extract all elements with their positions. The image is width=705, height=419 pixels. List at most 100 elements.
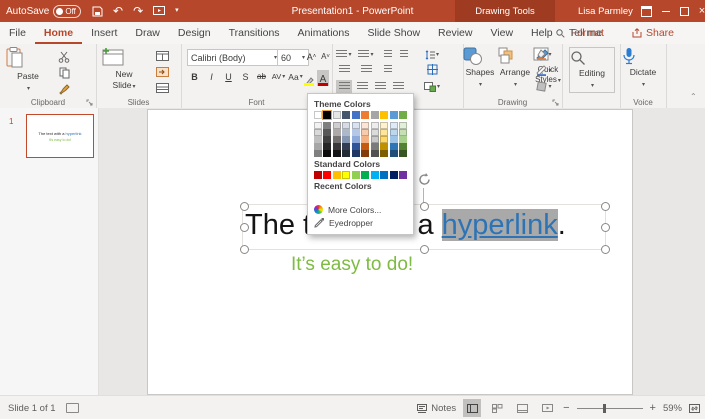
align-center-button[interactable] bbox=[354, 80, 370, 93]
text-shadow-button[interactable]: S bbox=[238, 70, 253, 83]
shape-effects-button[interactable]: ▾ bbox=[536, 80, 552, 93]
selection-handle-middle-left[interactable] bbox=[240, 223, 249, 232]
color-swatch[interactable] bbox=[389, 129, 398, 136]
customize-qat-chevron-icon[interactable]: ▾ bbox=[175, 0, 179, 22]
convert-to-smartart-button[interactable]: ▾ bbox=[424, 80, 440, 93]
shapes-button[interactable]: Shapes ▾ bbox=[463, 47, 497, 89]
shape-outline-button[interactable]: ▾ bbox=[536, 64, 552, 77]
color-swatch[interactable] bbox=[398, 136, 407, 143]
color-swatch[interactable] bbox=[342, 143, 351, 150]
color-swatch[interactable] bbox=[323, 122, 332, 129]
slideshow-view-button[interactable] bbox=[538, 399, 556, 417]
color-swatch[interactable] bbox=[370, 150, 379, 157]
color-swatch[interactable] bbox=[361, 143, 370, 150]
color-swatch[interactable] bbox=[323, 129, 332, 136]
zoom-slider-thumb[interactable] bbox=[602, 403, 606, 413]
color-swatch[interactable] bbox=[398, 150, 407, 157]
reading-view-button[interactable] bbox=[513, 399, 531, 417]
text-direction-button[interactable] bbox=[380, 63, 396, 76]
color-swatch[interactable] bbox=[351, 171, 360, 179]
selection-handle-bottom-middle[interactable] bbox=[420, 245, 429, 254]
color-swatch[interactable] bbox=[323, 150, 332, 157]
color-swatch[interactable] bbox=[342, 122, 351, 129]
strikethrough-button[interactable]: ab bbox=[254, 70, 269, 83]
color-swatch[interactable] bbox=[314, 171, 322, 179]
color-swatch[interactable] bbox=[370, 111, 379, 119]
autosave-switch[interactable]: Off bbox=[53, 4, 81, 18]
color-swatch[interactable] bbox=[370, 129, 379, 136]
rotate-handle-icon[interactable] bbox=[417, 172, 432, 187]
underline-button[interactable]: U bbox=[221, 70, 236, 83]
paste-button[interactable]: Paste ▾ bbox=[6, 47, 50, 93]
tab-draw[interactable]: Draw bbox=[126, 22, 169, 44]
normal-view-button[interactable] bbox=[463, 399, 482, 417]
slide-title-text[interactable]: The text with a hyperlink. bbox=[245, 209, 605, 247]
numbering-button[interactable]: ▾ bbox=[358, 48, 374, 61]
format-painter-button[interactable] bbox=[56, 82, 72, 95]
cut-button[interactable] bbox=[56, 50, 72, 63]
columns-button[interactable] bbox=[358, 63, 374, 76]
tell-me-box[interactable]: Tell me bbox=[556, 27, 602, 39]
color-swatch[interactable] bbox=[322, 110, 333, 120]
editing-button[interactable]: Editing ▾ bbox=[569, 47, 615, 94]
color-swatch[interactable] bbox=[380, 143, 389, 150]
color-swatch[interactable] bbox=[351, 111, 360, 119]
color-swatch[interactable] bbox=[370, 143, 379, 150]
color-swatch[interactable] bbox=[314, 143, 322, 150]
color-swatch[interactable] bbox=[380, 150, 389, 157]
arrange-button[interactable]: Arrange ▾ bbox=[497, 47, 533, 89]
color-swatch[interactable] bbox=[332, 150, 341, 157]
change-case-button[interactable]: Aa ▾ bbox=[288, 70, 303, 83]
color-swatch[interactable] bbox=[398, 122, 407, 129]
color-swatch[interactable] bbox=[351, 150, 360, 157]
color-swatch[interactable] bbox=[332, 129, 341, 136]
close-button[interactable]: × bbox=[692, 0, 705, 22]
color-swatch[interactable] bbox=[361, 122, 370, 129]
tab-file[interactable]: File bbox=[0, 22, 35, 44]
tab-transitions[interactable]: Transitions bbox=[220, 22, 289, 44]
indent-decrease-button[interactable] bbox=[380, 48, 396, 61]
dictate-button[interactable]: Dictate ▾ bbox=[622, 47, 664, 89]
italic-button[interactable]: I bbox=[204, 70, 219, 83]
bullets-button[interactable]: ▾ bbox=[336, 48, 352, 61]
tab-insert[interactable]: Insert bbox=[82, 22, 126, 44]
color-swatch[interactable] bbox=[389, 150, 398, 157]
font-name-combobox[interactable]: Calibri (Body) ▾ bbox=[187, 49, 281, 66]
bold-button[interactable]: B bbox=[187, 70, 202, 83]
color-swatch[interactable] bbox=[314, 111, 322, 119]
color-swatch[interactable] bbox=[361, 150, 370, 157]
color-swatch[interactable] bbox=[361, 111, 370, 119]
section-button[interactable] bbox=[154, 81, 170, 94]
accessibility-icon[interactable] bbox=[65, 403, 79, 413]
color-swatch[interactable] bbox=[332, 122, 341, 129]
color-swatch[interactable] bbox=[380, 122, 389, 129]
color-swatch[interactable] bbox=[380, 171, 389, 179]
selection-handle-top-left[interactable] bbox=[240, 202, 249, 211]
color-swatch[interactable] bbox=[398, 129, 407, 136]
color-swatch[interactable] bbox=[332, 136, 341, 143]
color-swatch[interactable] bbox=[398, 111, 407, 119]
selection-handle-bottom-right[interactable] bbox=[601, 245, 610, 254]
reset-slide-button[interactable] bbox=[154, 65, 170, 78]
color-swatch[interactable] bbox=[351, 129, 360, 136]
autosave-toggle[interactable]: AutoSave Off bbox=[6, 0, 81, 22]
user-account[interactable]: Lisa Parmley bbox=[578, 0, 633, 22]
justify-button[interactable] bbox=[390, 80, 406, 93]
color-swatch[interactable] bbox=[380, 111, 389, 119]
color-swatch[interactable] bbox=[389, 111, 398, 119]
color-swatch[interactable] bbox=[398, 171, 407, 179]
zoom-out-button[interactable]: − bbox=[563, 402, 569, 414]
share-button[interactable]: Share bbox=[632, 27, 674, 39]
shape-fill-button[interactable]: ▾ bbox=[536, 48, 552, 61]
color-swatch[interactable] bbox=[314, 150, 322, 157]
align-text-left-small-button[interactable] bbox=[336, 63, 352, 76]
more-colors-item[interactable]: More Colors... bbox=[314, 203, 407, 216]
start-slideshow-icon[interactable] bbox=[153, 5, 166, 17]
color-swatch[interactable] bbox=[314, 129, 322, 136]
collapse-ribbon-chevron-icon[interactable]: ⌃ bbox=[690, 92, 697, 101]
slide-sorter-view-button[interactable] bbox=[488, 399, 506, 417]
save-icon[interactable] bbox=[92, 6, 103, 17]
color-swatch[interactable] bbox=[342, 171, 351, 179]
color-swatch[interactable] bbox=[342, 150, 351, 157]
indent-increase-button[interactable] bbox=[396, 48, 412, 61]
